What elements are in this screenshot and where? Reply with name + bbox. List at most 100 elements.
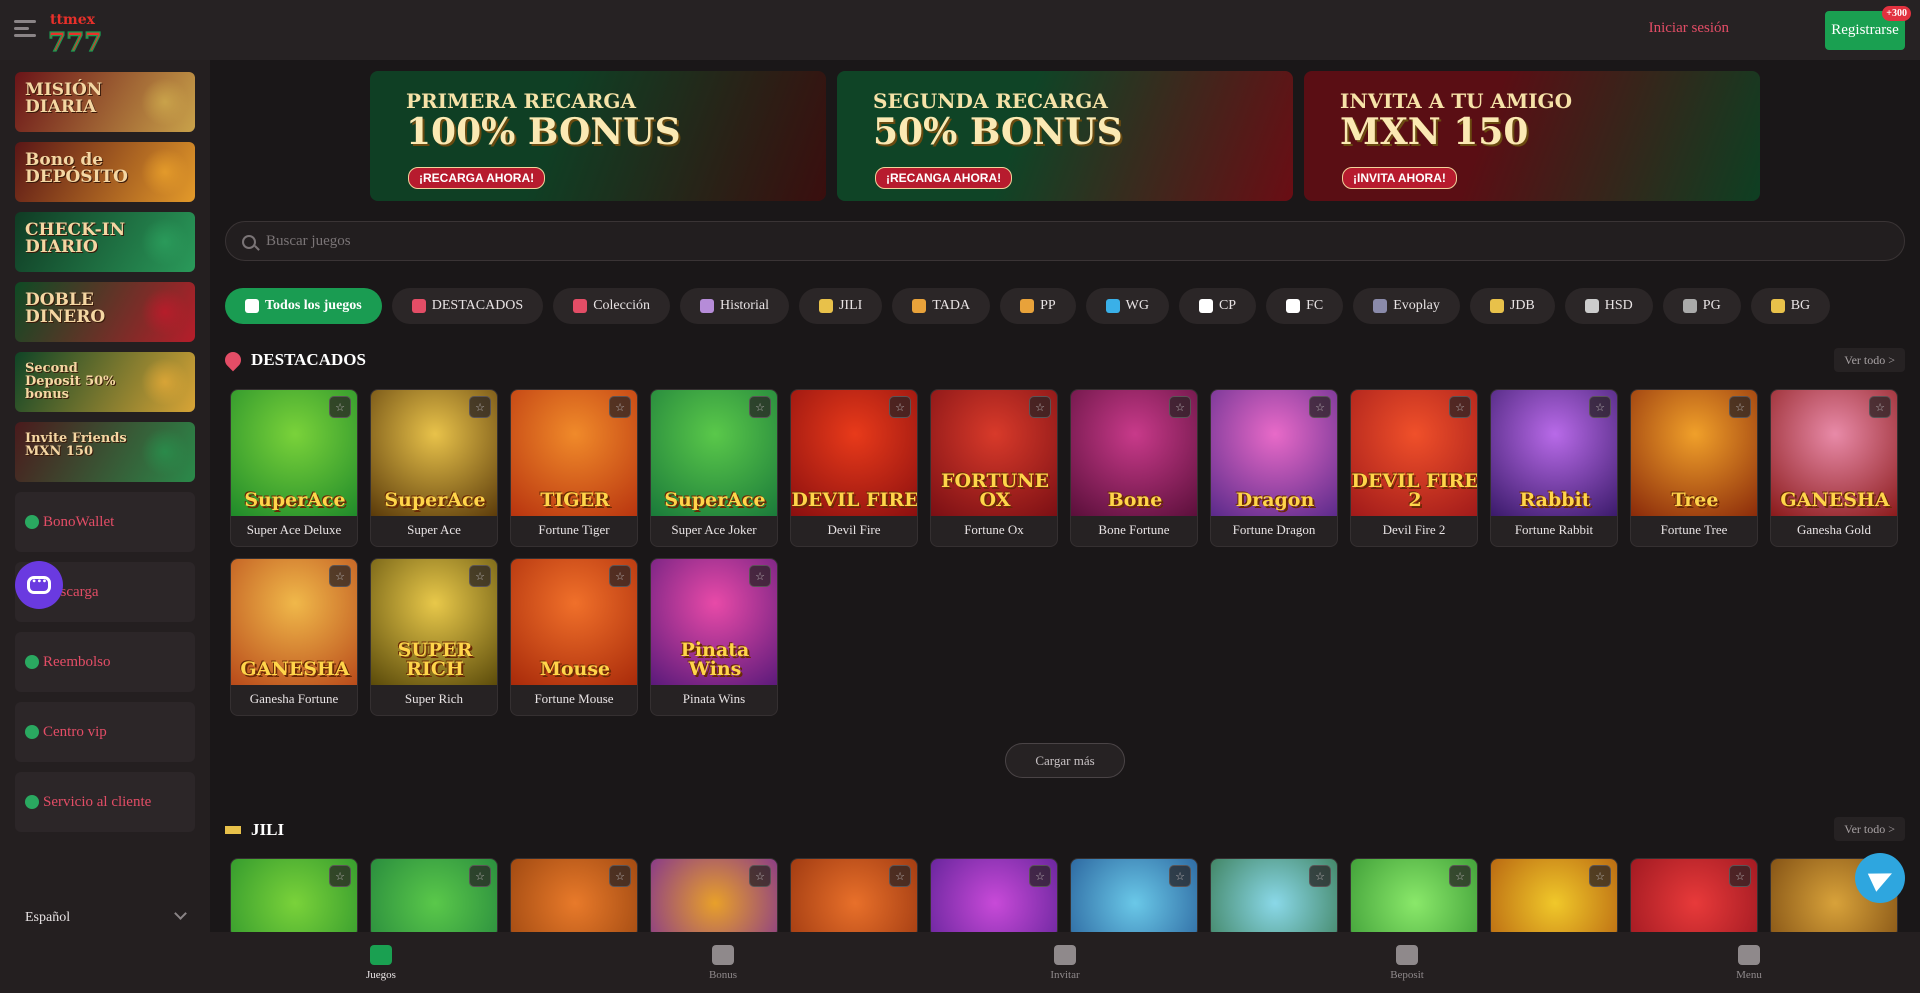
tab-jili[interactable]: JILI	[798, 288, 883, 324]
game-tile[interactable]: GANESHA ☆ Ganesha Fortune	[230, 558, 358, 716]
sidebar-promo-card[interactable]: DOBLE DINERO	[15, 282, 195, 342]
game-tile[interactable]: ☆	[930, 858, 1058, 938]
sidebar-promo-card[interactable]: Second Deposit 50% bonus	[15, 352, 195, 412]
game-tile[interactable]: Tree ☆ Fortune Tree	[1630, 389, 1758, 547]
banner-cta-button[interactable]: ¡RECARGA AHORA!	[408, 167, 546, 189]
favorite-star-icon[interactable]: ☆	[1589, 865, 1611, 887]
search-bar[interactable]	[225, 221, 1905, 261]
sidebar-item-centro-vip[interactable]: Centro vip	[15, 702, 195, 762]
nav-invitar[interactable]: Invitar	[894, 932, 1236, 993]
favorite-star-icon[interactable]: ☆	[609, 565, 631, 587]
sidebar-promo-card[interactable]: Bono de DEPÓSITO	[15, 142, 195, 202]
tab-todos-los-juegos[interactable]: Todos los juegos	[225, 288, 382, 324]
game-tile[interactable]: Dragon ☆ Fortune Dragon	[1210, 389, 1338, 547]
game-tile[interactable]: Rabbit ☆ Fortune Rabbit	[1490, 389, 1618, 547]
tab-destacados[interactable]: DESTACADOS	[391, 288, 544, 324]
nav-beposit[interactable]: Beposit	[1236, 932, 1578, 993]
tab-evoplay[interactable]: Evoplay	[1353, 288, 1460, 324]
favorite-star-icon[interactable]: ☆	[609, 865, 631, 887]
nav-bonus[interactable]: Bonus	[552, 932, 894, 993]
favorite-star-icon[interactable]: ☆	[1309, 865, 1331, 887]
sidebar-promo-card[interactable]: Invite Friends MXN 150	[15, 422, 195, 482]
game-tile[interactable]: ☆	[1630, 858, 1758, 938]
promo-banner[interactable]: SEGUNDA RECARGA 50% BONUS ¡RECANGA AHORA!	[837, 71, 1293, 201]
favorite-star-icon[interactable]: ☆	[609, 396, 631, 418]
sidebar-item-servicio-al-cliente[interactable]: Servicio al cliente	[15, 772, 195, 832]
game-tile[interactable]: ☆	[230, 858, 358, 938]
favorite-star-icon[interactable]: ☆	[889, 865, 911, 887]
game-tile[interactable]: SuperAce ☆ Super Ace Deluxe	[230, 389, 358, 547]
tab-fc[interactable]: FC	[1266, 288, 1344, 324]
game-tile[interactable]: ☆	[1490, 858, 1618, 938]
game-tile[interactable]: Bone ☆ Bone Fortune	[1070, 389, 1198, 547]
game-tile[interactable]: ☆	[1070, 858, 1198, 938]
game-tile[interactable]: SUPER RICH ☆ Super Rich	[370, 558, 498, 716]
tab-cp[interactable]: CP	[1178, 288, 1257, 324]
tab-jdb[interactable]: JDB	[1469, 288, 1555, 324]
nav-menu[interactable]: Menu	[1578, 932, 1920, 993]
sidebar-item-reembolso[interactable]: Reembolso	[15, 632, 195, 692]
hamburger-menu-icon[interactable]	[14, 20, 36, 38]
game-tile[interactable]: Pinata Wins ☆ Pinata Wins	[650, 558, 778, 716]
load-more-button[interactable]: Cargar más	[1005, 743, 1125, 778]
game-tile[interactable]: Mouse ☆ Fortune Mouse	[510, 558, 638, 716]
featured-see-all-link[interactable]: Ver todo >	[1834, 348, 1905, 372]
game-tile[interactable]: DEVIL FIRE ☆ Devil Fire	[790, 389, 918, 547]
favorite-star-icon[interactable]: ☆	[1589, 396, 1611, 418]
promo-banner[interactable]: INVITA A TU AMIGO MXN 150 ¡INVITA AHORA!	[1304, 71, 1760, 201]
favorite-star-icon[interactable]: ☆	[889, 396, 911, 418]
login-link[interactable]: Iniciar sesión	[1649, 20, 1729, 37]
search-input[interactable]	[266, 232, 1904, 250]
game-tile[interactable]: FORTUNE OX ☆ Fortune Ox	[930, 389, 1058, 547]
favorite-star-icon[interactable]: ☆	[1729, 396, 1751, 418]
tab-historial[interactable]: Historial	[679, 288, 789, 324]
favorite-star-icon[interactable]: ☆	[1169, 396, 1191, 418]
favorite-star-icon[interactable]: ☆	[1729, 865, 1751, 887]
tab-colección[interactable]: Colección	[553, 288, 670, 324]
favorite-star-icon[interactable]: ☆	[1029, 865, 1051, 887]
favorite-star-icon[interactable]: ☆	[329, 396, 351, 418]
game-tile[interactable]: DEVIL FIRE 2 ☆ Devil Fire 2	[1350, 389, 1478, 547]
tab-pg[interactable]: PG	[1662, 288, 1741, 324]
tab-wg[interactable]: WG	[1085, 288, 1169, 324]
favorite-star-icon[interactable]: ☆	[1449, 396, 1471, 418]
banner-cta-button[interactable]: ¡INVITA AHORA!	[1342, 167, 1457, 189]
favorite-star-icon[interactable]: ☆	[1029, 396, 1051, 418]
tab-pp[interactable]: PP	[1000, 288, 1076, 324]
favorite-star-icon[interactable]: ☆	[749, 865, 771, 887]
game-tile[interactable]: GANESHA ☆ Ganesha Gold	[1770, 389, 1898, 547]
language-select[interactable]: Español	[15, 897, 195, 939]
favorite-star-icon[interactable]: ☆	[1869, 396, 1891, 418]
favorite-star-icon[interactable]: ☆	[1309, 396, 1331, 418]
favorite-star-icon[interactable]: ☆	[1449, 865, 1471, 887]
game-tile[interactable]: ☆	[1210, 858, 1338, 938]
sidebar-promo-card[interactable]: MISIÓN DIARIA	[15, 72, 195, 132]
game-tile[interactable]: SuperAce ☆ Super Ace Joker	[650, 389, 778, 547]
chat-bubble-icon[interactable]	[15, 561, 63, 609]
favorite-star-icon[interactable]: ☆	[469, 565, 491, 587]
promo-banner[interactable]: PRIMERA RECARGA 100% BONUS ¡RECARGA AHORA!	[370, 71, 826, 201]
favorite-star-icon[interactable]: ☆	[329, 865, 351, 887]
favorite-star-icon[interactable]: ☆	[1169, 865, 1191, 887]
game-tile[interactable]: ☆	[370, 858, 498, 938]
game-tile[interactable]: ☆	[650, 858, 778, 938]
tab-hsd[interactable]: HSD	[1564, 288, 1653, 324]
game-tile[interactable]: ☆	[510, 858, 638, 938]
favorite-star-icon[interactable]: ☆	[329, 565, 351, 587]
banner-cta-button[interactable]: ¡RECANGA AHORA!	[875, 167, 1013, 189]
favorite-star-icon[interactable]: ☆	[749, 396, 771, 418]
game-tile[interactable]: ☆	[1350, 858, 1478, 938]
sidebar-item-bonowallet[interactable]: BonoWallet	[15, 492, 195, 552]
sidebar-promo-card[interactable]: CHECK-IN DIARIO	[15, 212, 195, 272]
favorite-star-icon[interactable]: ☆	[469, 865, 491, 887]
site-logo[interactable]: ttmex 777	[46, 6, 102, 59]
telegram-icon[interactable]	[1855, 853, 1905, 903]
jili-see-all-link[interactable]: Ver todo >	[1834, 817, 1905, 841]
game-tile[interactable]: TIGER ☆ Fortune Tiger	[510, 389, 638, 547]
nav-juegos[interactable]: Juegos	[210, 932, 552, 993]
tab-bg[interactable]: BG	[1750, 288, 1831, 324]
favorite-star-icon[interactable]: ☆	[749, 565, 771, 587]
game-tile[interactable]: SuperAce ☆ Super Ace	[370, 389, 498, 547]
favorite-star-icon[interactable]: ☆	[469, 396, 491, 418]
game-tile[interactable]: ☆	[790, 858, 918, 938]
